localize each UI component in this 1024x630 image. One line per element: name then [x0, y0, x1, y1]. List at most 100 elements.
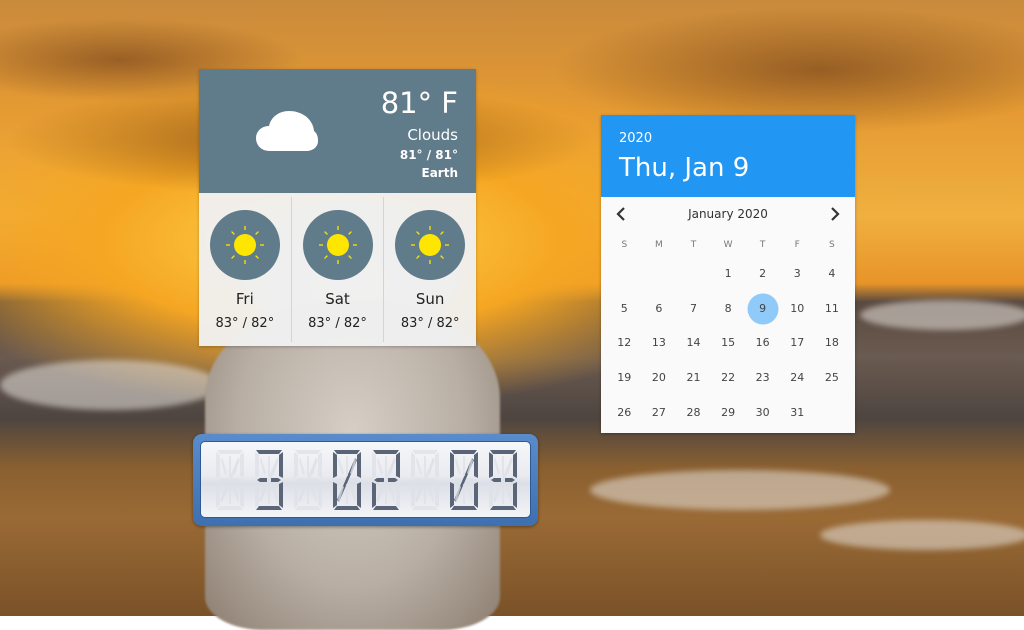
- segment-off: [452, 478, 462, 482]
- calendar-day[interactable]: 30: [745, 396, 780, 431]
- segment-on: [474, 452, 478, 478]
- segment-off: [489, 482, 493, 508]
- calendar-day[interactable]: 17: [780, 326, 815, 361]
- segment-off: [299, 457, 305, 475]
- calendar-day[interactable]: 11: [815, 292, 850, 327]
- weather-location: Earth: [421, 166, 459, 180]
- calendar-day[interactable]: 24: [780, 361, 815, 396]
- calendar-day[interactable]: 26: [607, 396, 642, 431]
- segment-on: [490, 506, 516, 510]
- segment-off: [260, 457, 266, 475]
- calendar-day[interactable]: 1: [711, 257, 746, 292]
- chevron-right-icon[interactable]: [825, 205, 845, 226]
- segment-on: [357, 452, 361, 478]
- segment-on: [333, 482, 337, 508]
- segment-on: [451, 506, 477, 510]
- calendar-day[interactable]: 5: [607, 292, 642, 327]
- sun-ray: [254, 231, 259, 235]
- sun-ray: [230, 255, 235, 259]
- weekday-label: F: [794, 240, 800, 250]
- calendar-day[interactable]: 31: [780, 396, 815, 431]
- calendar-day[interactable]: 21: [676, 361, 711, 396]
- segment-off: [389, 485, 395, 503]
- segment-off: [221, 485, 227, 503]
- calendar-day[interactable]: 13: [642, 326, 677, 361]
- segment-on: [450, 452, 454, 478]
- segment-off: [229, 456, 231, 476]
- segment-off: [338, 457, 344, 475]
- calendar-day[interactable]: 20: [642, 361, 677, 396]
- segment-off: [307, 456, 309, 476]
- forecast-day-label: Sun: [415, 290, 445, 308]
- calendar-day[interactable]: 27: [642, 396, 677, 431]
- calendar-day[interactable]: 10: [780, 292, 815, 327]
- calendar-day[interactable]: 2: [745, 257, 780, 292]
- calendar-day[interactable]: 18: [815, 326, 850, 361]
- sun-core: [419, 234, 442, 256]
- segment-off: [350, 457, 356, 475]
- sun-ray: [323, 231, 328, 235]
- calendar-day[interactable]: 25: [815, 361, 850, 396]
- calendar-day[interactable]: 19: [607, 361, 642, 396]
- segment-off: [494, 485, 500, 503]
- calendar-day[interactable]: 3: [780, 257, 815, 292]
- calendar-day[interactable]: 22: [711, 361, 746, 396]
- calendar-year[interactable]: 2020: [619, 131, 652, 146]
- segment-on: [373, 450, 399, 454]
- sun-ray: [347, 231, 352, 235]
- segment-off: [494, 457, 500, 475]
- segment-on: [474, 482, 478, 508]
- current-high-low: 81° / 81°: [399, 148, 458, 162]
- weather-widget[interactable]: 81° F Clouds 81° / 81° Earth Fri 83° / 8…: [199, 69, 476, 346]
- segment-off: [296, 478, 306, 482]
- segment-off: [346, 484, 348, 504]
- segment-off: [240, 482, 244, 508]
- calendar-widget[interactable]: 2020 Thu, Jan 9 January 2020 S M T W T F…: [601, 115, 855, 433]
- clock-digit: [489, 450, 517, 510]
- segment-off: [221, 457, 227, 475]
- segment-off: [411, 482, 415, 508]
- segment-off: [255, 452, 259, 478]
- calendar-day[interactable]: 29: [711, 396, 746, 431]
- calendar-day[interactable]: 4: [815, 257, 850, 292]
- calendar-day[interactable]: 6: [642, 292, 677, 327]
- segment-on: [334, 450, 360, 454]
- calendar-empty-cell: [642, 257, 677, 292]
- sun-core: [326, 234, 349, 256]
- segment-off: [389, 457, 395, 475]
- segment-on: [257, 478, 267, 482]
- segment-on: [372, 482, 376, 508]
- segment-off: [435, 452, 439, 478]
- segment-on: [451, 450, 477, 454]
- segment-off: [216, 452, 220, 478]
- segment-on: [374, 478, 384, 482]
- segment-on: [388, 478, 398, 482]
- segment-on: [279, 482, 283, 508]
- weather-current: 81° F Clouds 81° / 81° Earth: [199, 69, 476, 193]
- segment-off: [338, 485, 344, 503]
- calendar-day-selected[interactable]: 9: [745, 292, 780, 327]
- segment-on: [279, 452, 283, 478]
- segment-on: [256, 506, 282, 510]
- calendar-day[interactable]: 14: [676, 326, 711, 361]
- segment-off: [350, 485, 356, 503]
- clock-digit-blank: [216, 450, 244, 510]
- calendar-day[interactable]: 28: [676, 396, 711, 431]
- segment-off: [272, 457, 278, 475]
- sun-ray: [323, 255, 328, 259]
- calendar-day[interactable]: 7: [676, 292, 711, 327]
- calendar-day[interactable]: 16: [745, 326, 780, 361]
- clock-widget[interactable]: [193, 434, 538, 526]
- segment-off: [502, 484, 504, 504]
- segment-off: [260, 485, 266, 503]
- calendar-day[interactable]: 12: [607, 326, 642, 361]
- sun-icon: [302, 210, 373, 280]
- segment-on: [450, 482, 454, 508]
- calendar-day[interactable]: 8: [711, 292, 746, 327]
- segment-on: [513, 452, 517, 478]
- segment-off: [335, 478, 345, 482]
- calendar-day[interactable]: 15: [711, 326, 746, 361]
- calendar-day[interactable]: 23: [745, 361, 780, 396]
- sun-ray: [347, 255, 352, 259]
- segment-off: [424, 484, 426, 504]
